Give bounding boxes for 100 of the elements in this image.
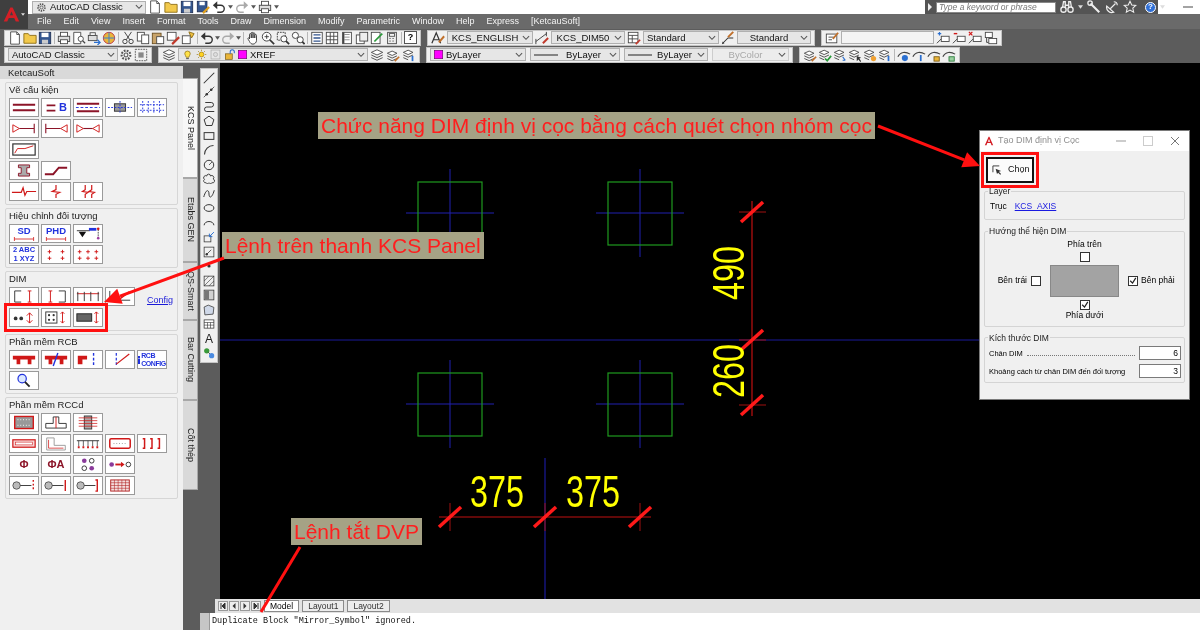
globe-icon[interactable] <box>102 30 116 45</box>
menu-item[interactable]: Express <box>486 17 520 26</box>
checkbox[interactable] <box>1031 275 1041 286</box>
tool-button[interactable] <box>9 371 39 390</box>
hatch-icon[interactable] <box>203 274 215 287</box>
palette-tab[interactable]: Cốt thép <box>183 400 198 490</box>
menu-item[interactable]: Draw <box>230 17 252 26</box>
scissors-icon[interactable] <box>121 30 135 45</box>
tool-button[interactable] <box>9 476 39 495</box>
menu-item[interactable]: Help <box>456 17 475 26</box>
printer-icon[interactable] <box>258 0 272 14</box>
tool-button[interactable] <box>73 413 103 432</box>
layers-cursor-icon[interactable] <box>848 47 862 62</box>
paint-brush-icon[interactable] <box>166 30 180 45</box>
expand-arrow-icon[interactable] <box>928 3 932 11</box>
layers-check-icon[interactable] <box>818 47 832 62</box>
copy-icon[interactable] <box>136 30 150 45</box>
tool-button[interactable] <box>41 413 71 432</box>
menu-item[interactable]: Modify <box>318 17 345 26</box>
next-tab-icon[interactable] <box>240 601 250 611</box>
light-bulb-icon[interactable] <box>182 49 193 60</box>
layers-dot-icon[interactable] <box>863 47 877 62</box>
caret-icon[interactable] <box>1078 5 1083 9</box>
construction-line-icon[interactable] <box>203 86 215 98</box>
add-selected-icon[interactable] <box>203 347 215 359</box>
menu-item[interactable]: Dimension <box>263 17 306 26</box>
tool-button[interactable]: SD <box>9 224 39 243</box>
region-icon[interactable] <box>203 303 215 316</box>
caret-icon[interactable] <box>236 35 241 40</box>
lineweight-dropdown[interactable]: ByLayer <box>624 48 708 61</box>
tool-button[interactable] <box>73 308 103 327</box>
line-icon[interactable] <box>203 71 215 84</box>
input-field[interactable] <box>841 31 934 44</box>
caret-icon[interactable] <box>251 5 256 9</box>
leader-remove-icon[interactable] <box>952 30 966 45</box>
select-button[interactable]: Chọn <box>986 157 1034 183</box>
calculator-icon[interactable] <box>385 30 399 45</box>
clipboard-icon[interactable] <box>151 30 165 45</box>
layers-arrow-icon[interactable] <box>833 47 847 62</box>
layers-bar-icon[interactable] <box>402 47 416 62</box>
tool-button[interactable] <box>105 455 135 474</box>
layers-bar-icon[interactable] <box>878 47 892 62</box>
menu-item[interactable]: File <box>37 17 52 26</box>
satellite-dish-icon[interactable] <box>1105 0 1119 14</box>
undo-icon[interactable] <box>200 30 214 45</box>
layout-tab[interactable]: Layout1 <box>302 600 345 612</box>
tool-button[interactable] <box>41 350 71 369</box>
caret-icon[interactable] <box>228 5 233 9</box>
input-field[interactable]: 3 <box>1139 364 1181 379</box>
palette-tab[interactable]: QS-Smart <box>183 262 198 320</box>
hand-icon[interactable] <box>246 30 260 45</box>
tool-palette-icon[interactable] <box>340 30 354 45</box>
gear-icon[interactable] <box>119 47 133 62</box>
printer-arrow-icon[interactable] <box>87 30 101 45</box>
gradient-icon[interactable] <box>203 289 215 301</box>
leader-collect-icon[interactable] <box>984 30 998 45</box>
dimension-style-dropdown[interactable]: KCS_DIM50 <box>551 31 625 44</box>
multileader-style-dropdown[interactable]: Standard <box>737 31 811 44</box>
zoom-previous-icon[interactable] <box>291 30 305 45</box>
menu-item[interactable]: Window <box>412 17 445 26</box>
caret-icon[interactable] <box>215 35 220 40</box>
input-field[interactable]: 6 <box>1139 346 1181 361</box>
color-dropdown[interactable]: ByLayer <box>430 48 526 61</box>
markup-icon[interactable] <box>370 30 384 45</box>
dashed-frame-icon[interactable] <box>134 47 148 62</box>
menu-item[interactable]: [KetcauSoft] <box>531 17 581 26</box>
workspace-dropdown[interactable]: AutoCAD Classic <box>8 48 118 61</box>
revision-cloud-icon[interactable] <box>203 173 215 185</box>
tool-button[interactable] <box>41 119 71 138</box>
leader-brush-icon[interactable] <box>721 30 735 45</box>
binoculars-icon[interactable] <box>1060 0 1074 14</box>
text-tool-button[interactable]: A <box>202 332 216 345</box>
help-button[interactable]: ? <box>404 31 417 44</box>
print-preview-icon[interactable] <box>72 30 86 45</box>
layout-tab[interactable]: Layout2 <box>347 600 390 612</box>
tool-button[interactable] <box>9 308 39 327</box>
layout-tab[interactable]: Model <box>264 600 300 612</box>
block-editor-icon[interactable] <box>181 30 195 45</box>
undo-icon[interactable] <box>212 0 226 14</box>
leader-note-icon[interactable] <box>825 30 839 45</box>
menu-item[interactable]: Edit <box>63 17 80 26</box>
palette-tab[interactable]: Etabs GEN <box>183 178 198 262</box>
workspace-dropdown[interactable]: AutoCAD Classic <box>32 0 146 14</box>
tool-button[interactable] <box>73 455 103 474</box>
layer-link[interactable]: KCS_AXIS <box>1014 200 1057 214</box>
search-field[interactable]: Type a keyword or phrase <box>936 1 1056 13</box>
tool-button[interactable] <box>9 119 39 138</box>
tool-button[interactable] <box>41 161 71 180</box>
tool-button[interactable] <box>105 98 135 117</box>
leader-add-icon[interactable] <box>936 30 950 45</box>
tool-button[interactable] <box>73 224 103 243</box>
block-icon[interactable] <box>203 245 215 258</box>
table-style-icon[interactable] <box>627 30 641 45</box>
point-icon[interactable] <box>207 264 211 268</box>
checkbox[interactable] <box>1128 275 1138 286</box>
layer-dropdown[interactable]: XREF <box>178 48 368 61</box>
checkbox[interactable] <box>1079 299 1090 310</box>
tool-button[interactable]: Φ <box>9 455 39 474</box>
tool-button[interactable] <box>9 98 39 117</box>
menu-item[interactable]: View <box>91 17 111 26</box>
